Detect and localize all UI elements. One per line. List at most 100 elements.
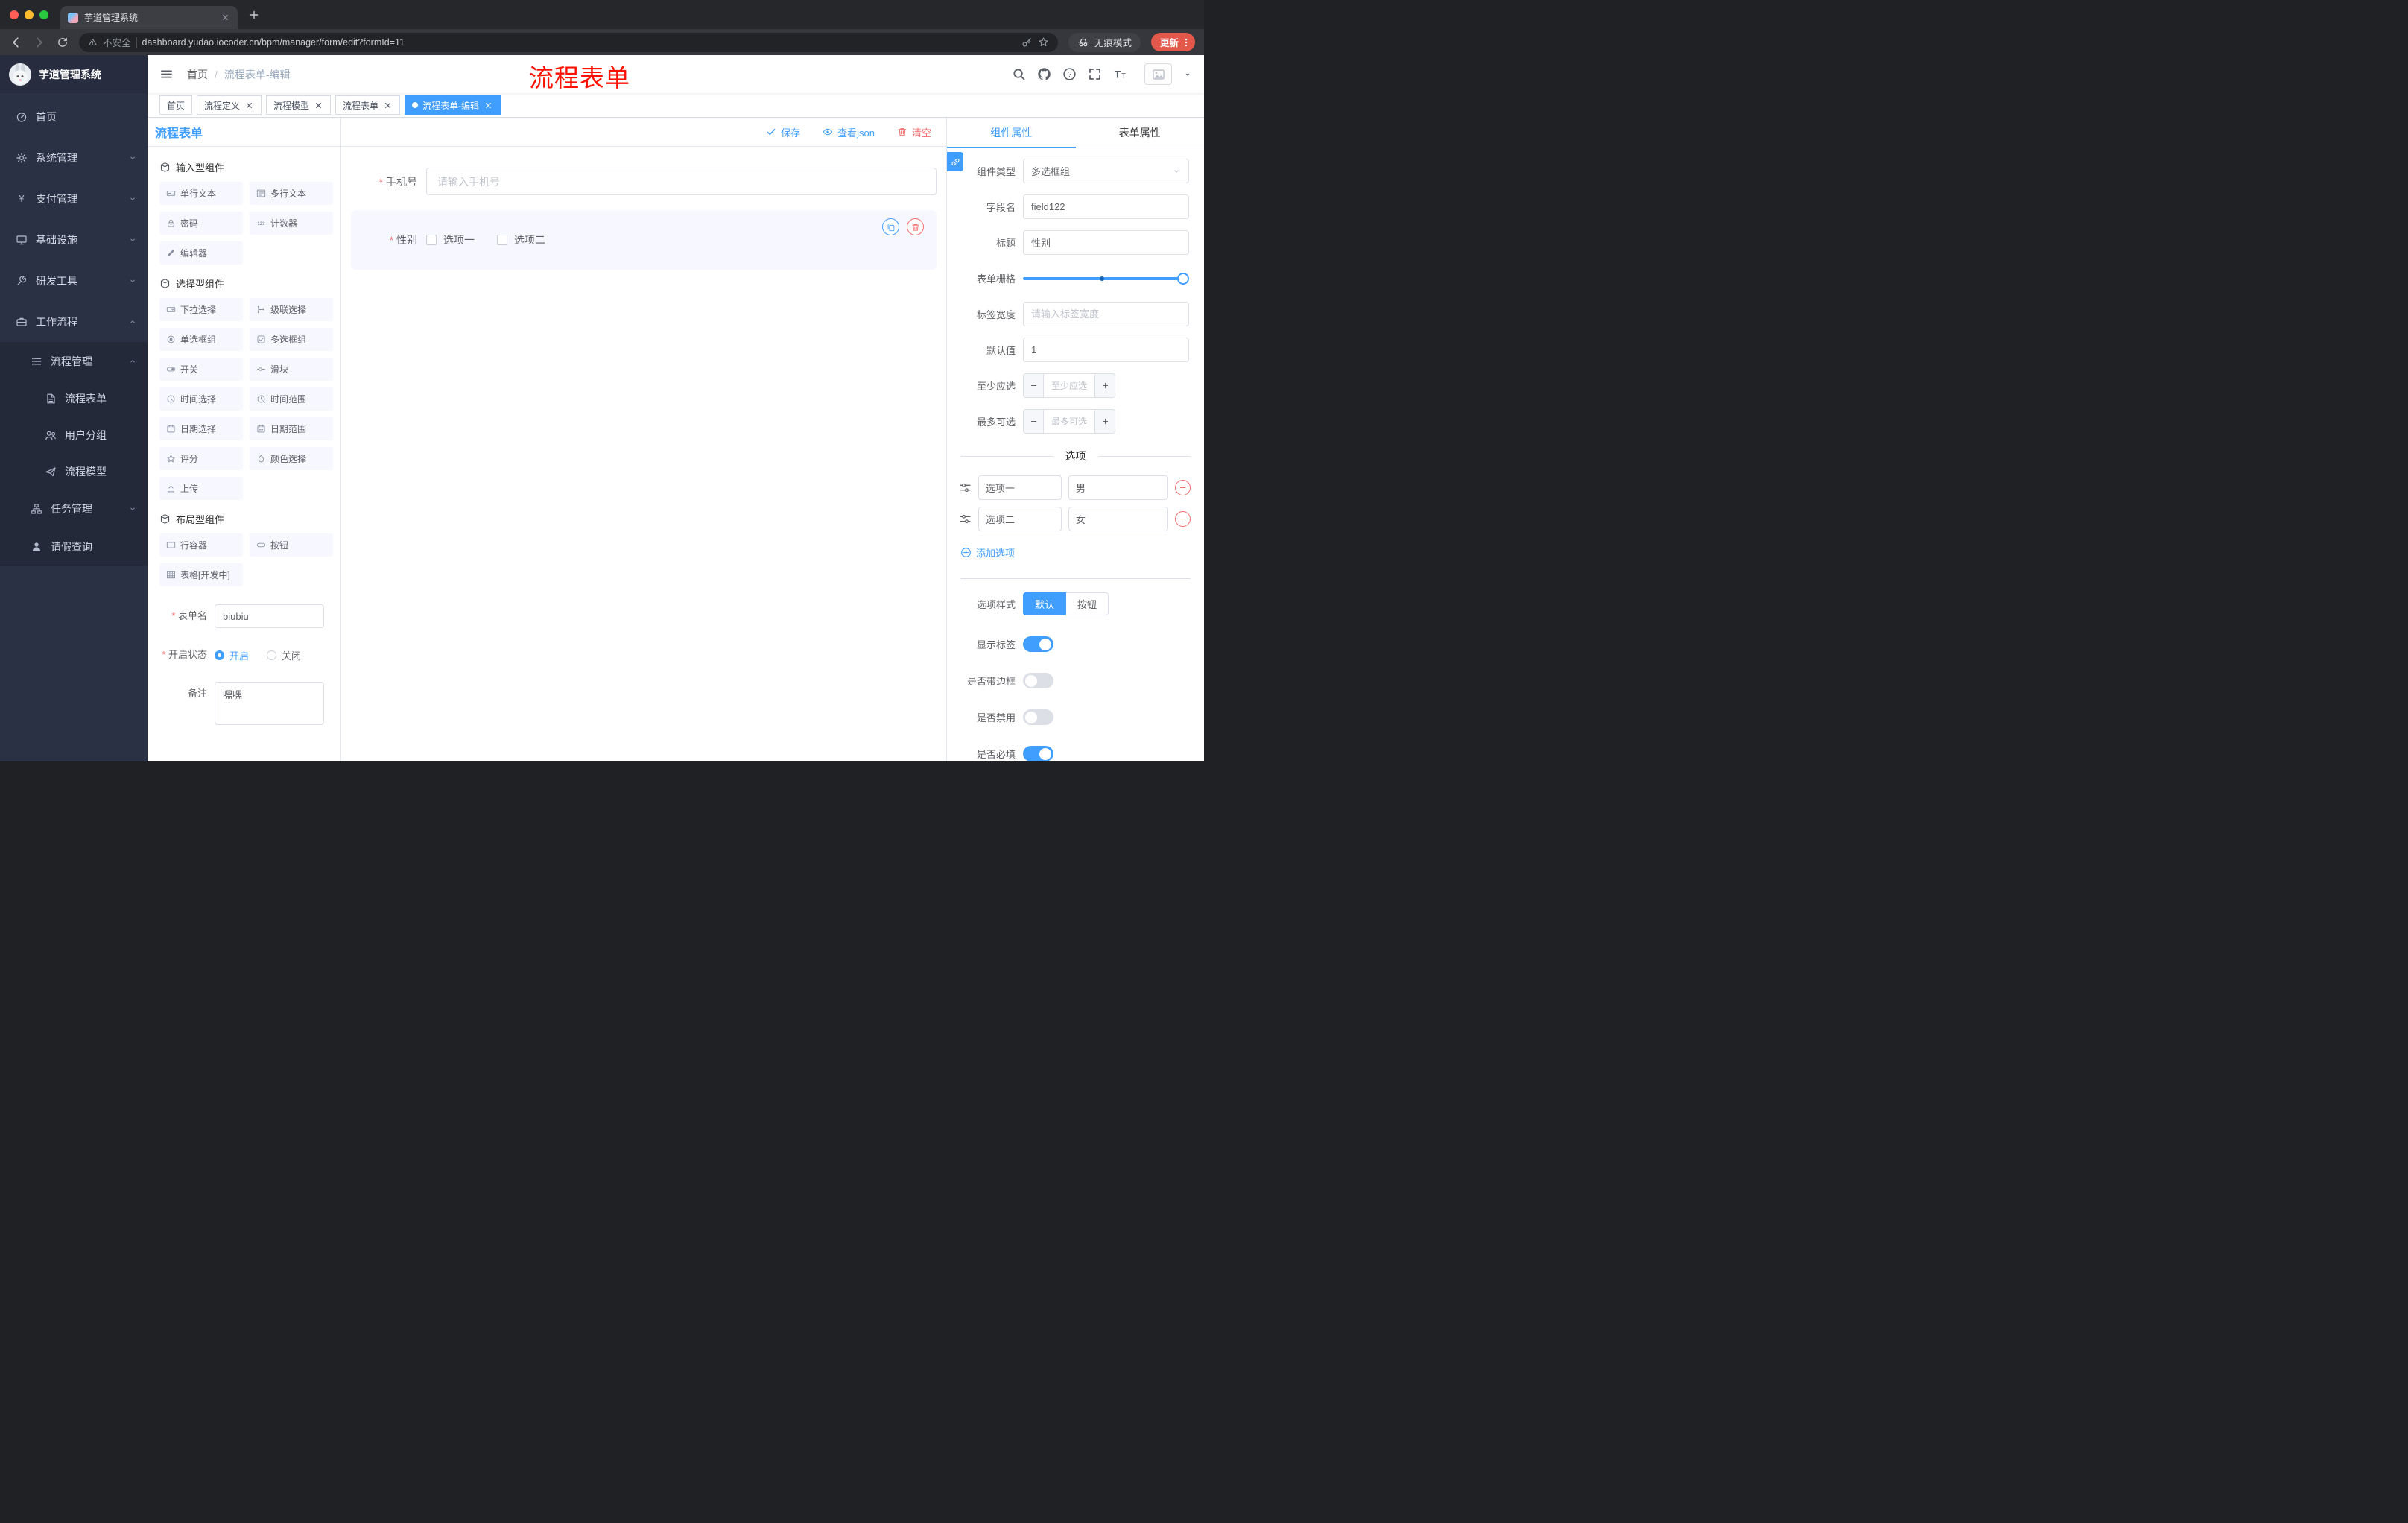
tab-form-props[interactable]: 表单属性 [1076,118,1205,148]
sidebar-item[interactable]: 用户分组 [0,417,148,453]
link-tag-button[interactable] [947,152,963,171]
view-tag[interactable]: 流程表单 [335,95,401,115]
component-item[interactable]: 单选框组 [159,328,243,351]
view-tag[interactable]: 首页 [159,95,193,115]
stepper-increase-button[interactable] [1094,410,1115,433]
title-input[interactable] [1023,230,1189,255]
default-value-input[interactable] [1023,338,1189,362]
app-logo[interactable]: 芋道管理系统 [0,55,148,93]
remove-option-button[interactable] [1175,480,1191,495]
sidebar-item[interactable]: 工作流程 [0,301,148,342]
tab-close-icon[interactable] [221,13,230,22]
avatar-caret-icon[interactable] [1183,70,1192,79]
field-name-input[interactable] [1023,194,1189,219]
back-button[interactable] [9,36,22,49]
tab-component-props[interactable]: 组件属性 [947,118,1076,148]
component-item[interactable]: 多选框组 [250,328,333,351]
component-item[interactable]: 编辑器 [159,241,243,265]
grid-slider[interactable] [1023,266,1189,291]
sidebar-item[interactable]: 研发工具 [0,260,148,301]
clear-button[interactable]: 清空 [897,125,931,139]
address-bar[interactable]: 不安全 dashboard.yudao.iocoder.cn/bpm/manag… [79,32,1058,52]
view-tag[interactable]: 流程模型 [266,95,332,115]
toggle-switch[interactable] [1023,746,1054,762]
stepper-decrease-button[interactable] [1024,374,1044,397]
browser-tab[interactable]: 芋道管理系统 [60,6,238,29]
component-type-select[interactable]: 多选框组 [1023,159,1189,183]
component-item[interactable]: 单行文本 [159,182,243,205]
sidebar-item[interactable]: 流程管理 [0,342,148,380]
slider-handle[interactable] [1177,273,1189,285]
form-remark-textarea[interactable]: 嘿嘿 [215,682,324,725]
tune-drag-icon[interactable] [959,481,972,494]
window-close-button[interactable] [10,10,19,19]
add-option-button[interactable]: 添加选项 [960,545,1015,560]
component-item[interactable]: 颜色选择 [250,447,333,470]
selected-form-item-gender[interactable]: 性别 选项一 选项二 [351,210,937,270]
hamburger-icon[interactable] [159,67,174,81]
option-style-default[interactable]: 默认 [1023,592,1067,615]
sidebar-item[interactable]: 请假查询 [0,528,148,566]
window-zoom-button[interactable] [39,10,48,19]
component-item[interactable]: 按钮 [250,533,333,557]
password-key-icon[interactable] [1021,37,1033,48]
component-item[interactable]: 时间范围 [250,387,333,411]
component-item[interactable]: 下拉选择 [159,298,243,321]
option-name-input[interactable] [978,507,1062,531]
stepper-value[interactable]: 最多可选 [1044,410,1094,433]
stepper-increase-button[interactable] [1094,374,1115,397]
component-item[interactable]: 评分 [159,447,243,470]
sidebar-item[interactable]: 流程模型 [0,453,148,490]
tag-close-icon[interactable] [484,101,493,110]
sidebar-item[interactable]: 流程表单 [0,380,148,417]
bookmark-star-icon[interactable] [1038,37,1049,48]
remove-option-button[interactable] [1175,511,1191,527]
component-item[interactable]: 日期选择 [159,417,243,440]
tune-drag-icon[interactable] [959,513,972,525]
view-json-button[interactable]: 查看json [823,125,875,139]
breadcrumb-home[interactable]: 首页 [187,67,208,82]
sidebar-item[interactable]: 系统管理 [0,137,148,178]
option-name-input[interactable] [978,475,1062,500]
copy-item-button[interactable] [882,218,899,235]
sidebar-item[interactable]: 基础设施 [0,219,148,260]
component-item[interactable]: 多行文本 [250,182,333,205]
help-icon[interactable]: ? [1062,67,1077,81]
component-item[interactable]: 123 计数器 [250,212,333,235]
phone-input[interactable] [426,168,937,195]
option-value-input[interactable] [1068,507,1168,531]
component-item[interactable]: 日期范围 [250,417,333,440]
checkbox-option-1[interactable]: 选项一 [426,232,475,247]
form-item-phone[interactable]: 手机号 [351,168,937,206]
sidebar-item[interactable]: 首页 [0,96,148,137]
component-item[interactable]: 上传 [159,477,243,500]
status-radio-on[interactable]: 开启 [215,648,249,662]
sidebar-item[interactable]: 任务管理 [0,490,148,528]
sidebar-item[interactable]: ¥ 支付管理 [0,178,148,219]
component-item[interactable]: 密码 [159,212,243,235]
window-minimize-button[interactable] [25,10,34,19]
tag-close-icon[interactable] [383,101,393,110]
toggle-switch[interactable] [1023,636,1054,652]
search-icon[interactable] [1012,67,1026,81]
forward-button[interactable] [33,36,46,49]
option-style-button[interactable]: 按钮 [1066,592,1109,615]
component-item[interactable]: 级联选择 [250,298,333,321]
font-size-icon[interactable]: TT [1113,67,1127,81]
tag-close-icon[interactable] [314,101,323,110]
stepper-decrease-button[interactable] [1024,410,1044,433]
user-avatar[interactable] [1144,63,1172,85]
browser-update-chip[interactable]: 更新 [1150,33,1195,51]
checkbox-option-2[interactable]: 选项二 [497,232,545,247]
stepper-value[interactable]: 至少应选 [1044,374,1094,397]
component-item[interactable]: 时间选择 [159,387,243,411]
new-tab-button[interactable] [248,9,260,21]
toggle-switch[interactable] [1023,673,1054,688]
component-item[interactable]: 滑块 [250,358,333,381]
delete-item-button[interactable] [907,218,924,235]
component-item[interactable]: 行容器 [159,533,243,557]
browser-menu-icon[interactable] [1181,37,1191,48]
reload-button[interactable] [57,37,69,48]
status-radio-off[interactable]: 关闭 [267,648,301,662]
component-item[interactable]: 表格[开发中] [159,563,243,586]
